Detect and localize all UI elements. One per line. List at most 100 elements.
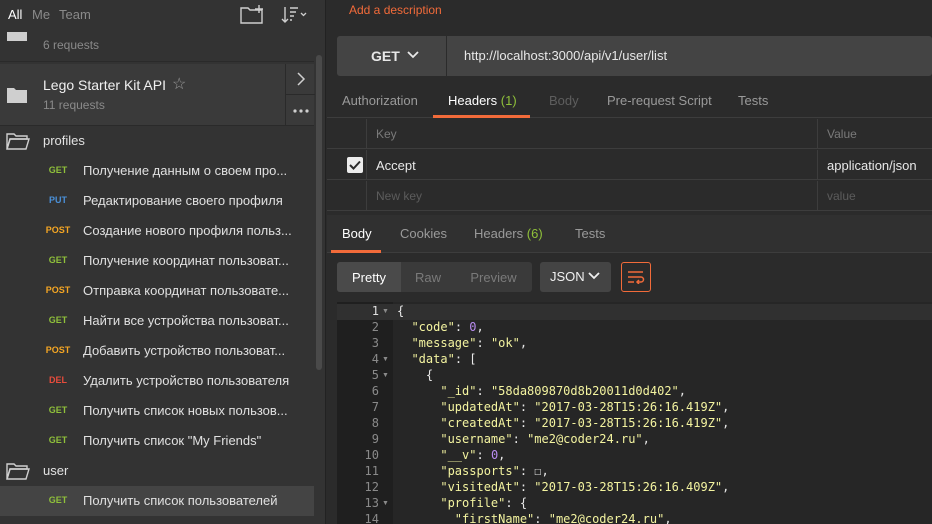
request-item[interactable]: DEL Удалить устройство пользователя (0, 366, 314, 396)
code-line: "_id": "58da809870d8b20011d0d402", (440, 384, 687, 398)
code-line: { (425, 368, 434, 382)
json-key: "updatedAt" (440, 400, 520, 414)
language-label: JSON (550, 269, 585, 284)
line-number: 12 (364, 480, 379, 494)
tab-response-tests[interactable]: Tests (575, 226, 605, 241)
header-value: application/json (827, 158, 917, 173)
json-number: 0 (469, 320, 477, 334)
request-name: Найти все устройства пользоват... (83, 313, 289, 328)
request-item[interactable]: PUT Редактирование своего профиля (0, 186, 314, 216)
request-item[interactable]: GET Получить список новых пользов... (0, 396, 314, 426)
line-number: 13 (364, 496, 379, 510)
fold-toggle-icon[interactable]: ▼ (382, 500, 389, 507)
tab-headers[interactable]: Headers (1) (448, 93, 517, 108)
format-raw-button[interactable]: Raw (401, 262, 455, 292)
new-key-placeholder: New key (376, 189, 423, 203)
wrap-lines-button[interactable] (621, 262, 651, 292)
headers-table-head: Key Value (327, 119, 932, 149)
tab-authorization[interactable]: Authorization (342, 93, 418, 108)
sidebar-scrollbar[interactable] (316, 55, 322, 370)
new-key-input[interactable]: New key (368, 181, 818, 211)
new-value-input[interactable]: value (819, 181, 932, 211)
json-key: "visitedAt" (440, 480, 520, 494)
collection-more-button[interactable] (286, 95, 315, 126)
fold-toggle-icon[interactable]: ▼ (382, 308, 389, 315)
request-item[interactable]: GET Получение данным о своем про... (0, 156, 314, 186)
format-pretty-button[interactable]: Pretty (337, 262, 401, 292)
tab-all[interactable]: All (8, 7, 22, 22)
tab-team[interactable]: Team (59, 7, 91, 22)
request-item[interactable]: GET Получить список "My Friends" (0, 426, 314, 456)
tab-cookies[interactable]: Cookies (400, 226, 447, 241)
header-check-cell (327, 181, 367, 211)
language-select[interactable]: JSON (540, 262, 611, 292)
collapsed-array-icon[interactable]: ☐ (534, 464, 541, 478)
request-item[interactable]: POST Добавить устройство пользоват... (0, 336, 314, 366)
request-tabs: Authorization Headers (1) Body Pre-reque… (327, 86, 932, 118)
code-line: "createdAt": "2017-03-28T15:26:16.419Z", (440, 416, 730, 430)
format-preview-button[interactable]: Preview (455, 262, 532, 292)
more-dots-icon (292, 108, 309, 113)
method-badge: GET (48, 495, 68, 505)
method-badge: GET (48, 315, 68, 325)
tab-me[interactable]: Me (32, 7, 50, 22)
method-badge: GET (48, 165, 68, 175)
line-number: 14 (364, 512, 379, 524)
tab-tests[interactable]: Tests (738, 93, 768, 108)
sort-icon[interactable] (280, 4, 307, 26)
fold-toggle-icon[interactable]: ▼ (382, 372, 389, 379)
new-collection-icon[interactable] (240, 4, 266, 26)
tab-response-headers[interactable]: Headers (6) (474, 226, 543, 241)
json-string: "ok" (490, 336, 520, 350)
tab-prerequest-script[interactable]: Pre-request Script (607, 93, 712, 108)
url-input[interactable]: http://localhost:3000/api/v1/user/list (464, 48, 667, 63)
method-badge: DEL (49, 375, 67, 385)
request-item[interactable]: GET Получение координат пользоват... (0, 246, 314, 276)
request-name: Удалить устройство пользователя (83, 373, 290, 388)
folder-open-icon (6, 131, 30, 154)
chevron-right-icon (296, 72, 305, 86)
folder-profiles[interactable]: profiles (0, 126, 314, 156)
line-number: 7 (371, 400, 379, 414)
line-number: 6 (371, 384, 379, 398)
request-name: Редактирование своего профиля (83, 193, 283, 208)
chevron-down-icon (588, 272, 600, 280)
request-editor: Add a description GET http://localhost:3… (327, 0, 932, 524)
folder-user[interactable]: user (0, 456, 314, 486)
star-icon[interactable]: ☆ (172, 74, 186, 94)
method-badge: GET (48, 255, 68, 265)
code-line: "passports": ☐, (440, 464, 549, 478)
request-name: Добавить устройство пользоват... (83, 343, 286, 358)
json-string: "2017-03-28T15:26:16.419Z" (534, 416, 723, 430)
key-column-header: Key (368, 119, 818, 149)
method-badge: POST (45, 345, 71, 355)
header-enabled-checkbox[interactable] (347, 157, 363, 173)
code-line: "code": 0, (411, 320, 484, 334)
collection-lego-starter-kit[interactable]: Lego Starter Kit API ☆ 11 requests (0, 64, 315, 126)
json-string: "2017-03-28T15:26:16.409Z" (534, 480, 723, 494)
line-number: 3 (371, 336, 379, 350)
fold-toggle-icon[interactable]: ▼ (382, 356, 389, 363)
tab-response-body[interactable]: Body (342, 226, 372, 241)
request-item[interactable]: POST Отправка координат пользовате... (0, 276, 314, 306)
tab-body[interactable]: Body (549, 93, 579, 108)
header-value-cell[interactable]: application/json (819, 150, 932, 180)
request-name: Отправка координат пользовате... (83, 283, 290, 298)
request-name: Получить список новых пользов... (83, 403, 288, 418)
request-item-active[interactable]: GET Получить список пользователей (0, 486, 314, 516)
method-badge: PUT (49, 195, 67, 205)
method-badge: POST (45, 285, 71, 295)
request-item[interactable]: GET Найти все устройства пользоват... (0, 306, 314, 336)
active-tab-indicator (331, 250, 381, 253)
collection-previous[interactable]: 6 requests (0, 30, 314, 62)
expand-collection-button[interactable] (286, 64, 315, 95)
header-key-cell[interactable]: Accept (368, 150, 818, 180)
response-body-editor[interactable]: 1 2 3 4 5 6 7 8 9 10 11 12 13 14 ▼ ▼ ▼ ▼… (337, 302, 932, 524)
folder-open-icon (6, 461, 30, 484)
request-item[interactable]: POST Создание нового профиля польз... (0, 216, 314, 246)
add-description-link[interactable]: Add a description (349, 3, 442, 17)
method-select[interactable]: GET (337, 36, 447, 76)
line-number: 8 (371, 416, 379, 430)
headers-table: Key Value Accept application/json New ke… (327, 119, 932, 211)
headers-count: (1) (500, 93, 517, 108)
